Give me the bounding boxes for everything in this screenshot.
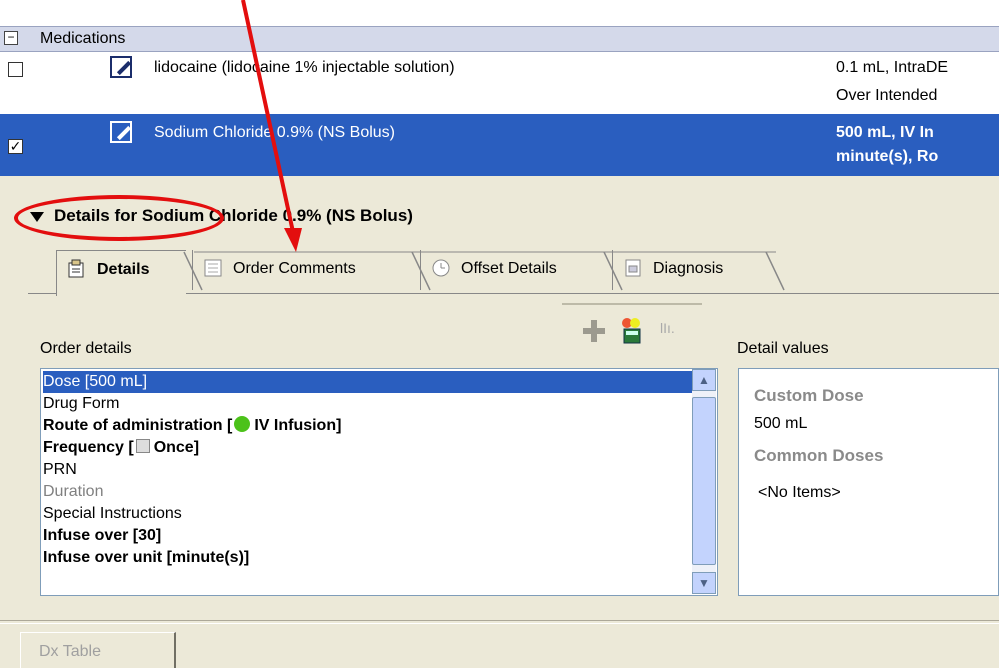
row-checkbox[interactable] [8, 62, 23, 77]
scroll-thumb[interactable] [692, 397, 716, 565]
edit-order-icon[interactable] [110, 56, 132, 78]
bottom-separator [0, 620, 999, 624]
frequency-label: Frequency [ [43, 439, 134, 456]
list-item-infuse-over[interactable]: Infuse over [30] [43, 525, 161, 547]
details-icon [68, 259, 84, 278]
list-item-infuse-over-unit[interactable]: Infuse over unit [minute(s)] [43, 547, 249, 569]
order-details-list[interactable]: Dose [500 mL] Drug Form Route of adminis… [40, 368, 718, 596]
order-details-label: Order details [40, 340, 132, 357]
list-item-dose[interactable]: Dose [500 mL] [43, 371, 693, 393]
list-item-duration[interactable]: Duration [43, 481, 103, 503]
medications-header-label: Medications [40, 30, 126, 47]
order-detail-line: Over Intended [836, 87, 938, 104]
tab-details[interactable]: Details [56, 250, 186, 296]
order-detail-line: 0.1 mL, IntraDE [836, 59, 949, 76]
vertical-scrollbar[interactable]: ▲ ▼ [692, 369, 716, 594]
order-detail-line: 500 mL, IV In [836, 124, 934, 141]
annotation-oval [14, 195, 224, 241]
medications-section-header[interactable]: − Medications [0, 26, 999, 52]
detail-values-label: Detail values [737, 340, 829, 357]
calculator-icon[interactable] [620, 317, 642, 345]
chart-bars-icon[interactable]: lIı. [660, 320, 688, 344]
collapse-icon[interactable]: − [4, 31, 18, 45]
medication-row-selected[interactable]: ✓ Sodium Chloride 0.9% (NS Bolus) 500 mL… [0, 114, 999, 176]
list-item-drug-form[interactable]: Drug Form [43, 393, 119, 415]
common-doses-label: Common Doses [754, 446, 884, 465]
list-item-special-instructions[interactable]: Special Instructions [43, 503, 182, 525]
list-item-frequency[interactable]: Frequency [ Once] [43, 437, 199, 459]
dx-table-button[interactable]: Dx Table [20, 632, 176, 668]
medication-row[interactable]: lidocaine (lidocaine 1% injectable solut… [0, 53, 999, 115]
green-dot-icon [234, 416, 251, 432]
frequency-value: Once] [153, 439, 200, 456]
row-checkbox-checked[interactable]: ✓ [8, 139, 23, 154]
medication-name: Sodium Chloride 0.9% (NS Bolus) [154, 124, 395, 141]
scroll-down-icon[interactable]: ▼ [692, 572, 716, 594]
tab-separators [183, 251, 785, 291]
common-doses-empty: <No Items> [758, 484, 841, 501]
route-label: Route of administration [ [43, 417, 233, 434]
custom-dose-label: Custom Dose [754, 386, 864, 405]
custom-dose-input[interactable]: 500 mL [754, 415, 807, 433]
top-strip [0, 0, 999, 24]
list-item-prn[interactable]: PRN [43, 459, 77, 481]
scroll-up-icon[interactable]: ▲ [692, 369, 716, 391]
tab-label: Details [97, 261, 150, 278]
edit-order-icon[interactable] [110, 121, 132, 143]
medication-name: lidocaine (lidocaine 1% injectable solut… [154, 59, 455, 76]
route-value: IV Infusion] [254, 417, 342, 434]
add-icon[interactable] [583, 320, 605, 342]
order-detail-line: minute(s), Ro [836, 148, 939, 165]
gray-square-icon [135, 439, 150, 453]
list-item-route[interactable]: Route of administration [ IV Infusion] [43, 415, 341, 437]
